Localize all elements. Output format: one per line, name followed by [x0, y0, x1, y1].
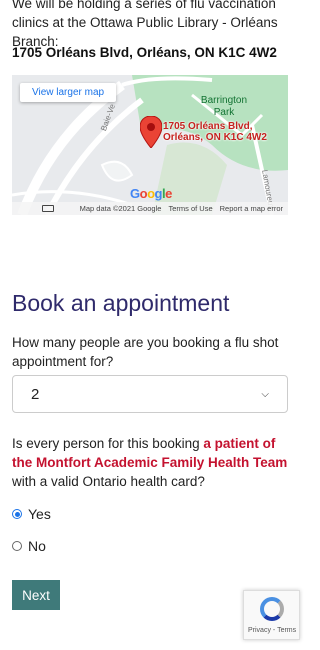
recaptcha-privacy-link[interactable]: Privacy	[248, 627, 271, 634]
map-pin-icon[interactable]	[140, 116, 162, 148]
option-no[interactable]: No	[12, 538, 46, 554]
report-map-error-link[interactable]: Report a map error	[220, 204, 283, 213]
eligibility-suffix: with a valid Ontario health card?	[12, 474, 205, 489]
recaptcha-terms-link[interactable]: Terms	[277, 627, 296, 634]
chevron-down-icon: ⌵	[261, 388, 269, 400]
google-logo-letter: e	[165, 186, 172, 201]
people-count-question: How many people are you booking a flu sh…	[12, 335, 279, 369]
google-logo-letter: o	[139, 186, 148, 201]
page-title: Book an appointment	[12, 290, 230, 316]
view-larger-map-link[interactable]: View larger map	[20, 83, 117, 102]
intro-text: We will be holding a series of flu vacci…	[12, 0, 278, 49]
google-logo-letter: G	[130, 186, 140, 201]
eligibility-prefix: Is every person for this booking	[12, 436, 204, 451]
google-logo-letter: g	[154, 186, 163, 201]
people-count-value: 2	[31, 385, 40, 403]
radio-yes[interactable]	[12, 509, 22, 519]
map-footer: Map data ©2021 Google Terms of Use Repor…	[12, 202, 288, 215]
keyboard-icon[interactable]	[42, 205, 54, 212]
people-count-select[interactable]: 2 ⌵	[12, 375, 288, 413]
embedded-map[interactable]: View larger map Barrington Park Baie-Ve …	[12, 75, 288, 215]
map-terms-link[interactable]: Terms of Use	[168, 204, 212, 213]
recaptcha-icon	[260, 597, 284, 621]
pin-label-line2: Orléans, ON K1C 4W2	[163, 132, 267, 143]
option-yes-label: Yes	[28, 506, 51, 522]
pin-label-line1: 1705 Orléans Blvd,	[163, 121, 253, 132]
map-pin-label: 1705 Orléans Blvd, Orléans, ON K1C 4W2	[163, 121, 267, 143]
recaptcha-badge[interactable]: Privacy - Terms	[243, 590, 300, 640]
recaptcha-links: Privacy - Terms	[248, 627, 296, 634]
option-no-label: No	[28, 538, 46, 554]
eligibility-question: Is every person for this booking a patie…	[12, 434, 292, 491]
clinic-address: 1705 Orléans Blvd, Orléans, ON K1C 4W2	[12, 45, 277, 60]
option-yes[interactable]: Yes	[12, 506, 51, 522]
park-label: Barrington Park	[200, 95, 248, 118]
radio-no[interactable]	[12, 541, 22, 551]
next-button[interactable]: Next	[12, 580, 60, 610]
google-logo: Google	[130, 186, 172, 201]
map-data-attribution: Map data ©2021 Google	[79, 204, 162, 213]
google-logo-letter: o	[147, 186, 155, 201]
